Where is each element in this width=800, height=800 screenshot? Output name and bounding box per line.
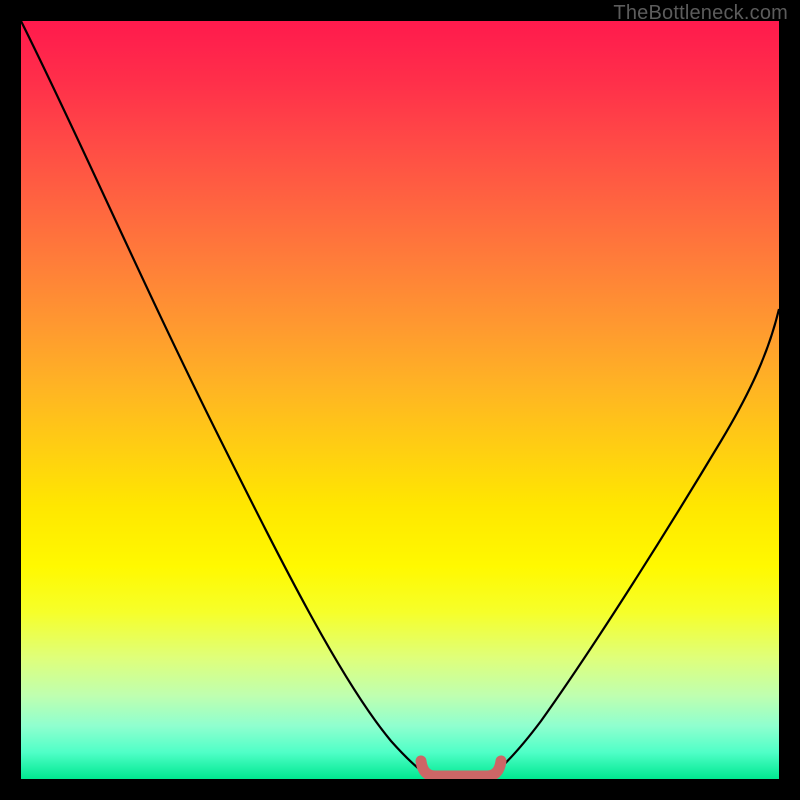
optimal-range-marker xyxy=(421,761,501,776)
watermark-text: TheBottleneck.com xyxy=(613,2,788,25)
curve-layer xyxy=(21,21,779,779)
gradient-plot-area xyxy=(21,21,779,779)
right-curve xyxy=(487,309,779,779)
chart-frame: TheBottleneck.com xyxy=(0,0,800,800)
left-curve xyxy=(21,21,434,779)
